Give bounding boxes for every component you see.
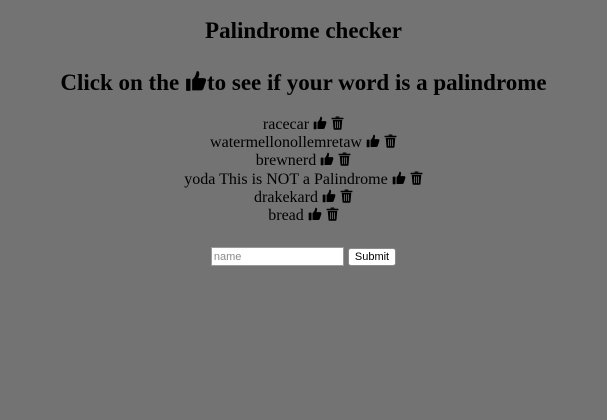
thumbs-up-icon[interactable] xyxy=(320,152,334,166)
thumbs-up-icon[interactable] xyxy=(366,134,380,148)
word-row: brewnerd xyxy=(0,152,607,170)
page-title: Palindrome checker xyxy=(205,18,402,43)
word-text: bread xyxy=(268,207,304,225)
trash-icon[interactable] xyxy=(340,189,353,203)
thumbs-up-icon[interactable] xyxy=(392,171,406,185)
word-text: watermellonollemretaw xyxy=(210,134,362,152)
word-row: drakekard xyxy=(0,189,607,207)
submit-button[interactable]: Submit xyxy=(347,247,397,266)
word-text: yoda xyxy=(184,170,216,188)
instructions-text-end: to see if your word is a palindrome xyxy=(206,70,547,95)
word-text: brewnerd xyxy=(255,152,317,170)
thumbs-up-icon[interactable] xyxy=(322,189,336,203)
thumbs-up-icon[interactable] xyxy=(313,116,327,130)
trash-icon[interactable] xyxy=(331,116,344,130)
palindrome-result: This is NOT a Palindrome xyxy=(219,170,388,188)
thumbs-up-icon[interactable] xyxy=(308,207,322,221)
trash-icon[interactable] xyxy=(410,171,423,185)
word-row: racecar xyxy=(0,116,607,134)
instructions-text-start: Click on the xyxy=(60,70,185,95)
word-text: drakekard xyxy=(254,188,318,206)
instructions-heading: Click on the to see if your word is a pa… xyxy=(0,44,607,96)
word-text: racecar xyxy=(262,116,310,133)
name-input[interactable] xyxy=(210,247,344,267)
word-row: watermellonollemretaw xyxy=(0,134,607,152)
trash-icon[interactable] xyxy=(326,207,339,221)
trash-icon[interactable] xyxy=(384,134,397,148)
word-list: racecar watermellonollemretaw brewnerd y… xyxy=(0,116,607,225)
add-word-form: Submit xyxy=(0,247,607,267)
thumbs-up-icon xyxy=(185,70,207,92)
trash-icon[interactable] xyxy=(338,152,351,167)
word-row: yoda This is NOT a Palindrome xyxy=(0,171,607,189)
word-row: bread xyxy=(0,207,607,225)
